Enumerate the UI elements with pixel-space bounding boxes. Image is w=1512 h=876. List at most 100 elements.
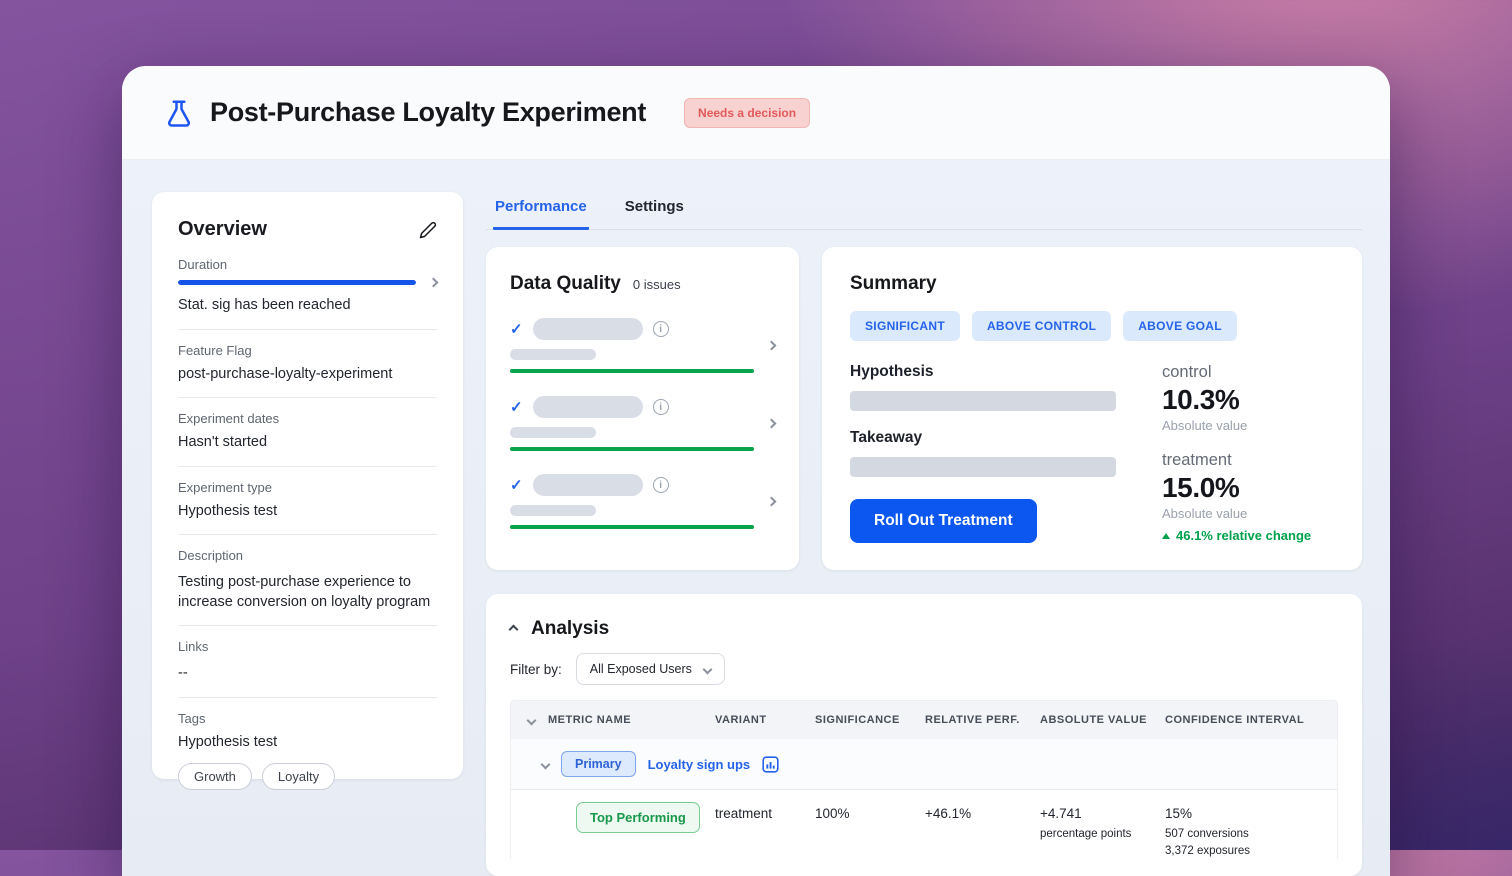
description-label: Description xyxy=(178,548,437,563)
filter-by-label: Filter by: xyxy=(510,662,562,677)
tab-settings[interactable]: Settings xyxy=(623,192,686,230)
chevron-down-icon[interactable] xyxy=(541,759,551,769)
control-name: control xyxy=(1162,363,1334,382)
analysis-title: Analysis xyxy=(531,618,609,640)
info-icon[interactable]: i xyxy=(653,399,669,415)
divider xyxy=(178,466,437,467)
takeaway-label: Takeaway xyxy=(850,429,1116,447)
col-variant[interactable]: Variant xyxy=(706,701,806,739)
cell-confidence-interval: 15% 507 conversions 3,372 exposures xyxy=(1156,790,1337,859)
roll-out-treatment-button[interactable]: Roll Out Treatment xyxy=(850,499,1037,543)
skeleton-bar xyxy=(533,474,643,496)
takeaway-skeleton xyxy=(850,457,1116,477)
tab-bar: Performance Settings xyxy=(486,192,1362,230)
data-quality-issues: 0 issues xyxy=(633,277,681,292)
experiment-type-value: Hypothesis test xyxy=(178,502,437,522)
skeleton-bar xyxy=(533,318,643,340)
skeleton-bar xyxy=(510,505,596,516)
description-value: Testing post-purchase experience to incr… xyxy=(178,573,437,612)
check-icon: ✓ xyxy=(510,320,523,338)
summary-card: Summary SIGNIFICANT ABOVE CONTROL ABOVE … xyxy=(822,247,1362,570)
chevron-right-icon[interactable] xyxy=(767,419,777,429)
control-caption: Absolute value xyxy=(1162,418,1334,433)
exposed-users-select[interactable]: All Exposed Users xyxy=(576,653,725,685)
analysis-card: Analysis Filter by: All Exposed Users Me… xyxy=(486,594,1362,876)
hypothesis-label: Hypothesis xyxy=(850,363,1116,381)
links-value: -- xyxy=(178,664,437,684)
metric-link[interactable]: Loyalty sign ups xyxy=(648,757,751,772)
chevron-right-icon[interactable] xyxy=(429,278,439,288)
feature-flag-value: post-purchase-loyalty-experiment xyxy=(178,365,437,385)
tag-pill-growth[interactable]: Growth xyxy=(178,763,252,790)
data-quality-title: Data Quality xyxy=(510,273,621,295)
treatment-name: treatment xyxy=(1162,451,1334,470)
cell-variant: treatment xyxy=(706,790,806,859)
duration-progress-bar xyxy=(178,280,416,285)
metric-group-row[interactable]: Primary Loyalty sign ups xyxy=(511,739,1337,790)
tab-performance[interactable]: Performance xyxy=(493,192,589,230)
status-badge: Needs a decision xyxy=(684,98,810,128)
links-label: Links xyxy=(178,639,437,654)
cell-significance: 100% xyxy=(806,790,916,859)
above-control-badge: ABOVE CONTROL xyxy=(972,311,1111,341)
col-absolute-value[interactable]: Absolute Value xyxy=(1031,701,1156,739)
quality-progress-bar xyxy=(510,447,754,451)
top-performing-badge[interactable]: Top Performing xyxy=(576,802,700,833)
experiment-type-label: Experiment type xyxy=(178,480,437,495)
check-icon: ✓ xyxy=(510,398,523,416)
metric-result-row[interactable]: Top Performing treatment 100% +46.1% +4.… xyxy=(511,790,1337,859)
col-relative-perf[interactable]: Relative Perf. xyxy=(916,701,1031,739)
significant-badge: SIGNIFICANT xyxy=(850,311,960,341)
window-body: Overview Duration Stat. sig has been rea… xyxy=(122,160,1390,876)
tags-value: Hypothesis test xyxy=(178,733,437,753)
tags-section: Tags Hypothesis test Growth Loyalty xyxy=(178,711,437,790)
table-header-row: Metric Name Variant Significance Relativ… xyxy=(511,701,1337,739)
info-icon[interactable]: i xyxy=(653,321,669,337)
above-goal-badge: ABOVE GOAL xyxy=(1123,311,1237,341)
feature-flag-label: Feature Flag xyxy=(178,343,437,358)
overview-panel: Overview Duration Stat. sig has been rea… xyxy=(152,192,463,779)
tags-label: Tags xyxy=(178,711,437,726)
experiment-type-section: Experiment type Hypothesis test xyxy=(178,480,437,522)
analysis-table: Metric Name Variant Significance Relativ… xyxy=(510,700,1338,859)
duration-status: Stat. sig has been reached xyxy=(178,296,437,316)
tag-pill-loyalty[interactable]: Loyalty xyxy=(262,763,335,790)
feature-flag-section: Feature Flag post-purchase-loyalty-exper… xyxy=(178,343,437,385)
cell-absolute-value: +4.741 percentage points xyxy=(1031,790,1156,859)
chevron-down-icon[interactable] xyxy=(527,715,537,725)
primary-badge[interactable]: Primary xyxy=(561,751,636,777)
chevron-right-icon[interactable] xyxy=(767,341,777,351)
skeleton-bar xyxy=(510,427,596,438)
chevron-down-icon xyxy=(702,664,712,674)
treatment-value: 15.0% xyxy=(1162,472,1334,504)
divider xyxy=(178,534,437,535)
edit-icon[interactable] xyxy=(419,221,437,239)
divider xyxy=(178,329,437,330)
col-metric-name[interactable]: Metric Name xyxy=(548,714,631,726)
overview-title: Overview xyxy=(178,218,267,241)
col-significance[interactable]: Significance xyxy=(806,701,916,739)
treatment-caption: Absolute value xyxy=(1162,506,1334,521)
experiment-dates-section: Experiment dates Hasn't started xyxy=(178,411,437,453)
data-quality-row[interactable]: ✓ i xyxy=(510,396,775,451)
window-header: Post-Purchase Loyalty Experiment Needs a… xyxy=(122,66,1390,160)
control-value: 10.3% xyxy=(1162,384,1334,416)
page-title: Post-Purchase Loyalty Experiment xyxy=(210,97,646,128)
data-quality-row[interactable]: ✓ i xyxy=(510,318,775,373)
divider xyxy=(178,397,437,398)
description-section: Description Testing post-purchase experi… xyxy=(178,548,437,612)
info-icon[interactable]: i xyxy=(653,477,669,493)
skeleton-bar xyxy=(510,349,596,360)
collapse-chevron-icon[interactable] xyxy=(509,624,519,634)
check-icon: ✓ xyxy=(510,476,523,494)
col-confidence-interval[interactable]: Confidence Interval xyxy=(1156,701,1337,739)
quality-progress-bar xyxy=(510,525,754,529)
bar-chart-icon[interactable] xyxy=(762,756,779,773)
data-quality-row[interactable]: ✓ i xyxy=(510,474,775,529)
summary-title: Summary xyxy=(850,273,1334,295)
experiment-dates-value: Hasn't started xyxy=(178,433,437,453)
chevron-right-icon[interactable] xyxy=(767,497,777,507)
duration-label: Duration xyxy=(178,257,437,272)
links-section: Links -- xyxy=(178,639,437,684)
flask-icon xyxy=(164,98,194,128)
